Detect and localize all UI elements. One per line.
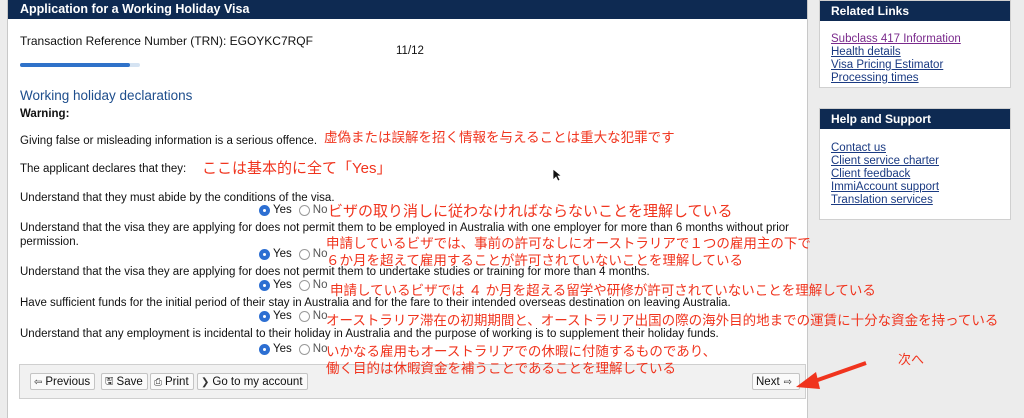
arrow-left-icon: ⇦ <box>34 376 43 388</box>
q3-radio-group: Yes No <box>259 279 334 291</box>
q1-yes-label[interactable]: Yes <box>273 204 292 216</box>
annotation-false-info: 虚偽または誤解を招く情報を与えることは重大な犯罪です <box>324 130 675 145</box>
print-label: Print <box>165 376 189 388</box>
q1-yes-radio[interactable] <box>259 204 270 216</box>
mouse-cursor-icon <box>552 168 562 182</box>
q5-yes-label[interactable]: Yes <box>273 343 292 355</box>
link-immiaccount-support[interactable]: ImmiAccount support <box>820 181 1010 194</box>
q5-no-radio[interactable] <box>298 343 310 355</box>
declaration-q5: Understand that any employment is incide… <box>20 328 719 340</box>
page-count: 11/12 <box>396 45 424 57</box>
chevron-right-icon: ❯ <box>201 376 210 388</box>
q4-radio-group: Yes No <box>259 310 334 322</box>
q3-no-radio[interactable] <box>298 279 310 291</box>
link-client-feedback[interactable]: Client feedback <box>820 168 1010 181</box>
declaration-q2-cont: permission. <box>20 236 79 248</box>
q2-yes-label[interactable]: Yes <box>273 248 292 260</box>
q2-radio-group: Yes No <box>259 248 334 260</box>
next-label: Next <box>756 376 780 388</box>
applicant-declares-text: The applicant declares that they: <box>20 163 187 175</box>
warning-label: Warning: <box>20 108 70 120</box>
link-client-service-charter[interactable]: Client service charter <box>820 155 1010 168</box>
annotation-q2-line2: ６か月を超えて雇用することが許可されていないことを理解している <box>326 253 744 268</box>
annotation-q2-line1: 申請しているビザでは、事前の許可なしにオーストラリアで１つの雇用主の下で <box>326 236 811 251</box>
annotation-q5-line2: 働く目的は休暇資金を補うことであることを理解している <box>326 361 677 376</box>
false-info-text: Giving false or misleading information i… <box>20 135 318 147</box>
progress-bar <box>20 63 140 67</box>
red-arrow-icon <box>796 361 867 389</box>
related-links-title: Related Links <box>820 1 1010 21</box>
link-contact-us[interactable]: Contact us <box>820 142 1010 155</box>
help-support-panel: Help and Support Contact us Client servi… <box>819 108 1011 220</box>
form-title: Application for a Working Holiday Visa <box>8 0 807 19</box>
link-translation-services[interactable]: Translation services <box>820 194 1010 207</box>
q3-yes-radio[interactable] <box>259 279 270 291</box>
floppy-disk-icon: 🖫 <box>105 375 114 387</box>
q3-yes-label[interactable]: Yes <box>273 279 292 291</box>
progress-bar-fill <box>20 63 131 67</box>
previous-label: Previous <box>45 376 91 388</box>
previous-button[interactable]: ⇦ Previous <box>30 373 96 390</box>
annotation-all-yes: ここは基本的に全て「Yes」 <box>202 160 392 177</box>
q1-radio-group: Yes No <box>259 204 334 216</box>
annotation-q1: ビザの取り消しに従わなければならないことを理解している <box>328 203 733 220</box>
link-health-details[interactable]: Health details <box>820 46 1010 59</box>
annotation-next: 次へ <box>898 352 925 367</box>
save-button[interactable]: 🖫 Save <box>101 373 148 390</box>
q1-no-label[interactable]: No <box>313 204 328 216</box>
printer-icon: ⎙ <box>154 376 162 388</box>
q2-no-radio[interactable] <box>298 248 310 260</box>
q1-no-radio[interactable] <box>298 204 310 216</box>
q5-yes-radio[interactable] <box>259 343 270 355</box>
link-visa-pricing[interactable]: Visa Pricing Estimator <box>820 59 1010 72</box>
q4-no-radio[interactable] <box>298 310 310 322</box>
q4-yes-label[interactable]: Yes <box>273 310 292 322</box>
help-support-title: Help and Support <box>820 109 1010 129</box>
link-processing-times[interactable]: Processing times <box>820 72 1010 85</box>
q4-yes-radio[interactable] <box>259 310 270 322</box>
annotation-q5-line1: いかなる雇用もオーストラリアでの休暇に付随するものであり、 <box>326 344 717 359</box>
save-label: Save <box>116 376 143 388</box>
q3-no-label[interactable]: No <box>313 279 328 291</box>
related-links-panel: Related Links Subclass 417 Information H… <box>819 0 1011 88</box>
q5-radio-group: Yes No <box>259 343 334 355</box>
annotation-q4: オーストラリア滞在の初期期間と、オーストラリア出国の際の海外目的地までの運賃に十… <box>326 313 999 328</box>
trn-label: Transaction Reference Number (TRN): EGOY… <box>20 34 313 48</box>
declaration-q2: Understand that the visa they are applyi… <box>20 222 789 234</box>
go-to-account-label: Go to my account <box>212 376 303 388</box>
go-to-account-button[interactable]: ❯ Go to my account <box>197 373 308 390</box>
print-button[interactable]: ⎙ Print <box>150 373 194 390</box>
q2-yes-radio[interactable] <box>259 248 270 260</box>
section-title: Working holiday declarations <box>20 88 193 103</box>
annotation-q3: 申請しているビザでは ４ か月を超える留学や研修が許可されていないことを理解して… <box>330 283 876 298</box>
declaration-q1: Understand that they must abide by the c… <box>20 192 335 204</box>
link-subclass-417[interactable]: Subclass 417 Information <box>820 33 1010 46</box>
